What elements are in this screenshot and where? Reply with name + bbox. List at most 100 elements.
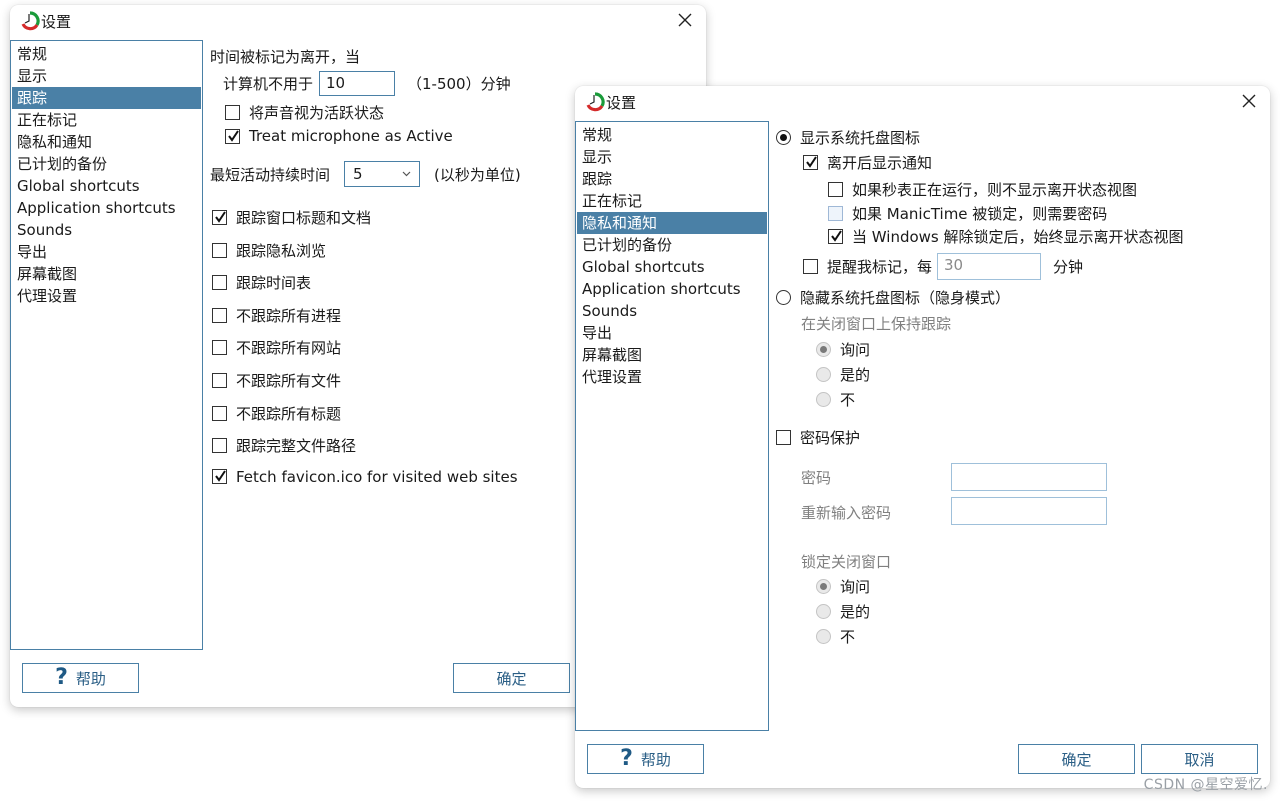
nav-item[interactable]: 正在标记 [577, 190, 767, 212]
nav-item[interactable]: 跟踪 [577, 168, 767, 190]
nav-item[interactable]: 已计划的备份 [577, 234, 767, 256]
show-tray-radio[interactable] [776, 130, 791, 145]
notify-away-label: 离开后显示通知 [827, 154, 933, 172]
require-password-checkbox[interactable] [828, 206, 843, 221]
radio-button[interactable] [816, 629, 831, 644]
nav-item[interactable]: 常规 [577, 124, 767, 146]
tracking-option-label: Fetch favicon.ico for visited web sites [236, 467, 518, 486]
nav-item[interactable]: 显示 [12, 65, 201, 87]
radio-option-row[interactable]: 询问 [816, 339, 870, 360]
tracking-option-checkbox[interactable] [212, 469, 227, 485]
always-show-unlock-row[interactable]: 当 Windows 解除锁定后，始终显示离开状态视图 [828, 226, 1184, 247]
nav-item[interactable]: 已计划的备份 [12, 153, 201, 175]
always-show-unlock-checkbox[interactable] [828, 229, 843, 244]
min-duration-unit: (以秒为单位) [434, 165, 521, 184]
tracking-option-row[interactable]: 不跟踪所有文件 [212, 370, 341, 391]
no-away-stopwatch-row[interactable]: 如果秒表正在运行，则不显示离开状态视图 [828, 179, 1137, 200]
nav-item[interactable]: 正在标记 [12, 109, 201, 131]
radio-option-row[interactable]: 是的 [816, 601, 870, 622]
no-away-stopwatch-checkbox[interactable] [828, 182, 843, 197]
radio-option-row[interactable]: 是的 [816, 364, 870, 385]
nav-item[interactable]: Application shortcuts [12, 197, 201, 219]
password-protect-row[interactable]: 密码保护 [776, 427, 860, 448]
tracking-option-row[interactable]: 跟踪时间表 [212, 272, 311, 293]
sound-active-label: 将声音视为活跃状态 [249, 104, 385, 122]
hide-tray-row[interactable]: 隐藏系统托盘图标（隐身模式） [776, 287, 1010, 308]
help-button[interactable]: ? 帮助 [22, 663, 139, 693]
idle-time-input[interactable]: 10 [319, 71, 396, 96]
radio-button[interactable] [816, 367, 831, 382]
radio-button[interactable] [816, 604, 831, 619]
show-tray-row[interactable]: 显示系统托盘图标 [776, 127, 920, 148]
nav-item[interactable]: 显示 [577, 146, 767, 168]
nav-item[interactable]: 隐私和通知 [12, 131, 201, 153]
remind-tag-checkbox[interactable] [803, 259, 818, 274]
tracking-option-checkbox[interactable] [212, 373, 227, 388]
reenter-password-label: 重新输入密码 [801, 504, 892, 522]
sound-active-row[interactable]: 将声音视为活跃状态 [225, 102, 384, 123]
min-duration-select[interactable]: 5 [344, 161, 421, 187]
mic-active-row[interactable]: Treat microphone as Active [225, 127, 453, 145]
tracking-option-checkbox[interactable] [212, 242, 227, 258]
tracking-option-row[interactable]: Fetch favicon.ico for visited web sites [212, 468, 518, 486]
ok-button[interactable]: 确定 [453, 663, 570, 693]
tracking-option-label: 跟踪完整文件路径 [236, 437, 357, 456]
nav-item[interactable]: 屏幕截图 [12, 263, 201, 285]
radio-option-row[interactable]: 不 [816, 389, 855, 410]
radio-button[interactable] [816, 579, 831, 594]
radio-option-label: 不 [840, 391, 856, 409]
mic-active-checkbox[interactable] [225, 128, 240, 144]
tracking-option-row[interactable]: 跟踪完整文件路径 [212, 435, 356, 456]
radio-button[interactable] [816, 342, 831, 357]
nav-item[interactable]: 跟踪 [12, 87, 201, 109]
hide-tray-label: 隐藏系统托盘图标（隐身模式） [800, 289, 1011, 307]
notify-away-row[interactable]: 离开后显示通知 [803, 152, 932, 173]
nav-item[interactable]: 导出 [577, 322, 767, 344]
tracking-option-checkbox[interactable] [212, 307, 227, 323]
tracking-option-row[interactable]: 跟踪窗口标题和文档 [212, 207, 371, 228]
nav-item[interactable]: Global shortcuts [577, 256, 767, 278]
tracking-option-checkbox[interactable] [212, 340, 227, 356]
tracking-option-checkbox[interactable] [212, 438, 227, 454]
notify-away-checkbox[interactable] [803, 155, 818, 170]
ok-button[interactable]: 确定 [1018, 744, 1135, 774]
password-input[interactable] [951, 463, 1107, 491]
cancel-button-label: 取消 [1184, 750, 1215, 769]
tracking-option-row[interactable]: 不跟踪所有网站 [212, 337, 341, 358]
password-protect-label: 密码保护 [800, 429, 861, 447]
close-button[interactable] [1240, 92, 1258, 110]
tracking-option-checkbox[interactable] [212, 275, 227, 291]
nav-item[interactable]: Application shortcuts [577, 278, 767, 300]
nav-item[interactable]: 代理设置 [12, 285, 201, 307]
radio-button[interactable] [816, 392, 831, 407]
nav-item[interactable]: 导出 [12, 241, 201, 263]
remind-unit-label: 分钟 [1053, 258, 1084, 276]
password-protect-checkbox[interactable] [776, 430, 791, 445]
check-icon [806, 156, 817, 168]
tracking-option-checkbox[interactable] [212, 210, 227, 225]
cancel-button[interactable]: 取消 [1141, 744, 1258, 774]
settings-nav-list[interactable]: 常规 显示 跟踪 正在标记 隐私和通知 已计划的备份 Global shortcuts App… [10, 40, 203, 650]
nav-item[interactable]: Sounds [577, 300, 767, 322]
nav-item[interactable]: 屏幕截图 [577, 344, 767, 366]
radio-option-row[interactable]: 询问 [816, 576, 870, 597]
tracking-option-row[interactable]: 不跟踪所有进程 [212, 305, 341, 326]
nav-item[interactable]: 常规 [12, 43, 201, 65]
help-button[interactable]: ? 帮助 [587, 744, 704, 774]
nav-item[interactable]: 隐私和通知 [577, 212, 767, 234]
settings-nav-list[interactable]: 常规 显示 跟踪 正在标记 隐私和通知 已计划的备份 Global shortcuts App… [575, 121, 769, 731]
require-password-row[interactable]: 如果 ManicTime 被锁定，则需要密码 [828, 203, 1107, 224]
close-button[interactable] [676, 11, 694, 29]
hide-tray-radio[interactable] [776, 290, 791, 305]
tracking-option-row[interactable]: 不跟踪所有标题 [212, 403, 341, 424]
radio-option-row[interactable]: 不 [816, 626, 855, 647]
nav-item[interactable]: 代理设置 [577, 366, 767, 388]
tracking-option-row[interactable]: 跟踪隐私浏览 [212, 240, 326, 261]
sound-active-checkbox[interactable] [225, 105, 240, 120]
nav-item[interactable]: Global shortcuts [12, 175, 201, 197]
reenter-password-input[interactable] [951, 497, 1107, 525]
tracking-option-checkbox[interactable] [212, 405, 227, 421]
remind-interval-input[interactable]: 30 [937, 253, 1042, 280]
settings-window-privacy: 设置 常规 显示 跟踪 正在标记 隐私和通知 已计划的备份 Global shortcuts… [575, 86, 1270, 788]
nav-item[interactable]: Sounds [12, 219, 201, 241]
